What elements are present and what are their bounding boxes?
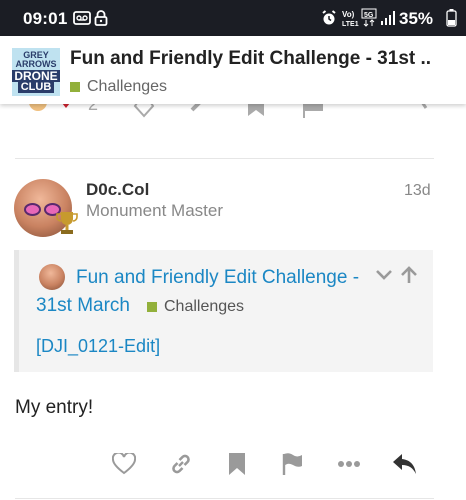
svg-text:LTE1: LTE1 (342, 21, 359, 28)
svg-text:5G: 5G (364, 12, 374, 19)
bookmark-icon[interactable] (224, 451, 250, 477)
category-color-square (147, 302, 157, 312)
heart-icon[interactable] (133, 104, 155, 118)
quote-category-label: Challenges (164, 298, 245, 315)
more-icon[interactable] (336, 451, 362, 477)
quote-topic-link[interactable]: Fun and Friendly Edit Challenge - (76, 267, 359, 289)
trophy-icon (56, 211, 78, 241)
category-color-square (70, 82, 80, 92)
alarm-icon (321, 10, 337, 31)
link-icon[interactable] (188, 104, 210, 118)
post-divider (15, 158, 434, 159)
flag-icon[interactable] (302, 104, 324, 118)
signal-icon (380, 10, 396, 31)
heart-icon[interactable] (111, 451, 137, 477)
site-logo[interactable]: GREY ARROWS DRONE CLUB (12, 48, 60, 96)
like-count: 2 (88, 104, 99, 114)
battery-icon (446, 9, 457, 32)
network-type-icon: Vo) LTE1 5G (341, 8, 381, 33)
status-time: 09:01 (23, 9, 68, 28)
battery-percent: 35% (399, 9, 434, 28)
post-body: My entry! (15, 397, 94, 418)
logo-text: CLUB (17, 82, 55, 93)
arrow-up-icon[interactable] (400, 266, 418, 289)
lock-icon (94, 10, 108, 31)
topic-title[interactable]: Fun and Friendly Edit Challenge - 31st .… (70, 48, 430, 70)
post-date[interactable]: 13d (404, 182, 431, 200)
chevron-down-icon[interactable] (375, 266, 393, 289)
voicemail-icon (73, 10, 91, 31)
reply-icon[interactable] (392, 451, 418, 477)
previous-post-actions: 2 (0, 104, 466, 118)
topic-header: GREY ARROWS DRONE CLUB Fun and Friendly … (0, 36, 466, 104)
reply-icon[interactable] (414, 104, 436, 118)
flag-icon[interactable] (280, 451, 306, 477)
user-title: Monument Master (86, 201, 223, 220)
bookmark-icon[interactable] (246, 104, 266, 118)
svg-text:Vo): Vo) (342, 10, 355, 19)
reaction-icons[interactable] (28, 104, 78, 118)
quote-avatar[interactable] (39, 264, 65, 290)
category-label: Challenges (87, 78, 168, 95)
category-badge[interactable]: Challenges (70, 78, 167, 96)
logo-text: ARROWS (15, 59, 57, 69)
quote-category-badge[interactable]: Challenges (147, 298, 244, 316)
status-bar: 09:01 Vo) LTE1 5G 35% (0, 0, 466, 36)
link-icon[interactable] (168, 451, 194, 477)
quote-block: Fun and Friendly Edit Challenge - 31st M… (14, 250, 433, 372)
username[interactable]: D0c.Col (86, 180, 149, 200)
quote-topic-link[interactable]: 31st March (36, 295, 130, 317)
quote-link[interactable]: [DJI_0121-Edit] (36, 336, 160, 357)
post-divider (15, 498, 434, 499)
